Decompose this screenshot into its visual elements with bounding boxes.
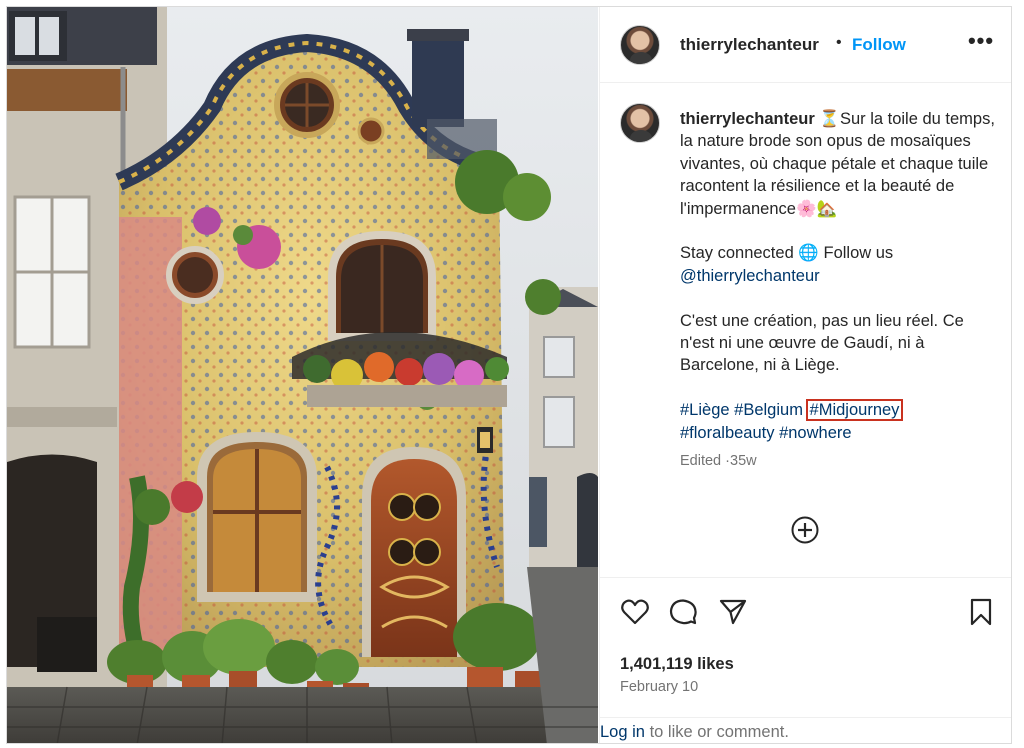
hashtag-belgium[interactable]: #Belgium: [734, 401, 803, 419]
stay-connected-text: Stay connected: [680, 244, 794, 263]
author-username[interactable]: thierrylechanteur: [680, 35, 819, 55]
hourglass-emoji: ⏳: [819, 110, 840, 128]
hashtag-nowhere[interactable]: #nowhere: [779, 424, 851, 442]
share-send-icon[interactable]: [718, 597, 748, 627]
post-actions: 1,401,119 likes February 10 Log in to li…: [600, 579, 1011, 743]
login-link[interactable]: Log in: [600, 723, 645, 741]
login-prompt-text: to like or comment.: [649, 723, 789, 741]
more-options-icon[interactable]: •••: [966, 29, 996, 59]
follow-us-text: Follow us: [823, 244, 894, 263]
instagram-post: thierrylechanteur • Follow ••• thierryle…: [6, 6, 1012, 744]
hashtags: #Liège #Belgium #Midjourney #floralbeaut…: [680, 399, 998, 444]
post-age: 35w: [730, 453, 757, 470]
mention-link[interactable]: @thierrylechanteur: [680, 267, 820, 285]
author-avatar[interactable]: [620, 25, 660, 65]
likes-count[interactable]: 1,401,119 likes: [620, 655, 734, 674]
hashtag-midjourney-highlighted[interactable]: #Midjourney: [805, 399, 904, 422]
header-separator: •: [836, 34, 842, 51]
comment-icon[interactable]: [668, 597, 698, 627]
globe-emoji: 🌐: [798, 244, 819, 263]
caption-username[interactable]: thierrylechanteur: [680, 110, 815, 128]
save-bookmark-icon[interactable]: [966, 597, 996, 627]
comments-area: thierrylechanteur ⏳Sur la toile du temps…: [600, 84, 1011, 578]
hashtag-floralbeauty[interactable]: #floralbeauty: [680, 424, 774, 442]
post-date: February 10: [620, 679, 699, 695]
caption-meta: Edited ·35w: [680, 450, 998, 472]
like-heart-icon[interactable]: [620, 597, 650, 627]
edited-label: Edited: [680, 453, 722, 470]
follow-button[interactable]: Follow: [852, 35, 906, 55]
caption: thierrylechanteur ⏳Sur la toile du temps…: [680, 108, 998, 472]
caption-note: C'est une création, pas un lieu réel. Ce…: [680, 311, 964, 375]
caption-author-avatar[interactable]: [620, 103, 660, 143]
flower-house-emoji: 🌸🏡: [795, 199, 838, 218]
login-prompt: Log in to like or comment.: [600, 717, 1011, 743]
post-header: thierrylechanteur • Follow •••: [600, 7, 1011, 83]
house-illustration: [7, 7, 598, 743]
post-image[interactable]: [7, 7, 598, 743]
post-panel: thierrylechanteur • Follow ••• thierryle…: [599, 7, 1011, 743]
add-comment-icon[interactable]: [790, 515, 820, 545]
hashtag-liege[interactable]: #Liège: [680, 401, 730, 419]
